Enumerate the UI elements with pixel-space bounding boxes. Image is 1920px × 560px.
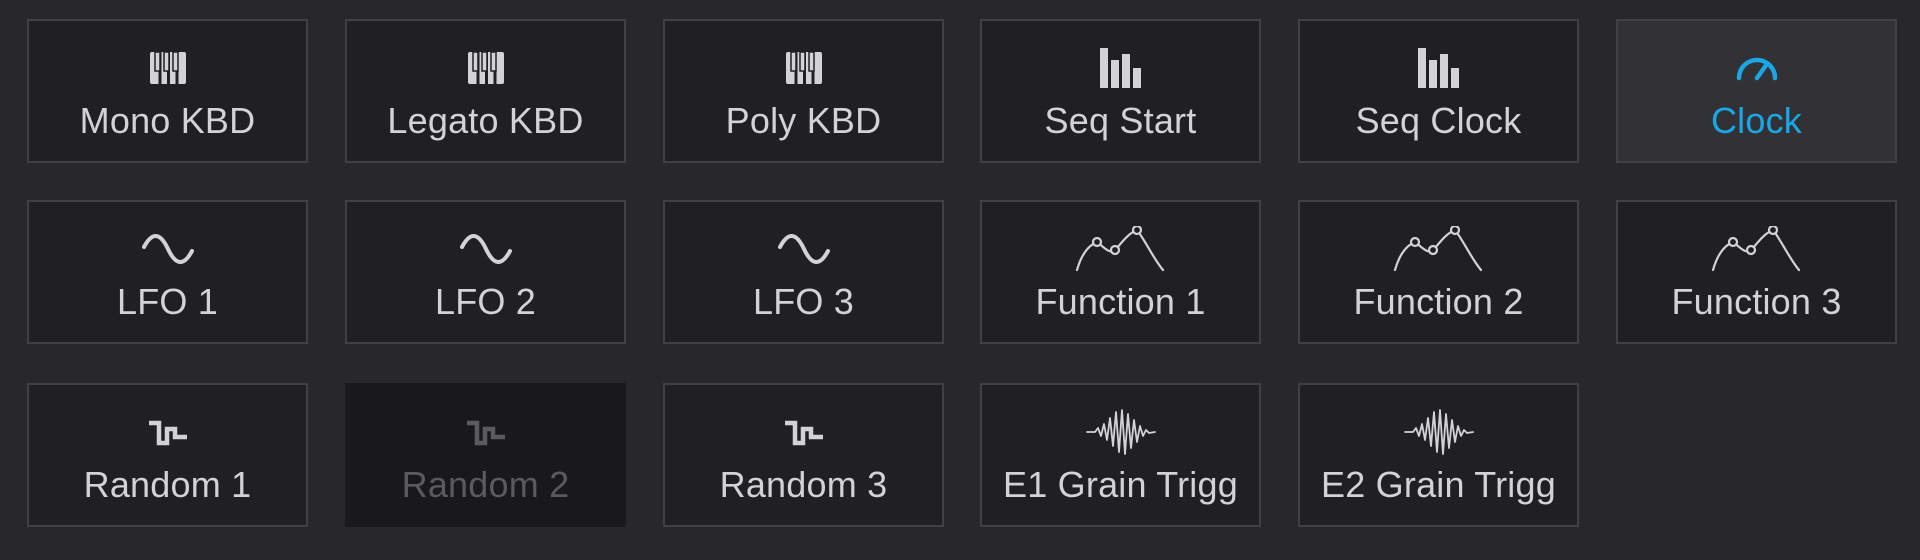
source-label: Function 2 [1353,281,1524,322]
envelope-function-icon [1393,226,1485,272]
source-label: Random 2 [401,464,570,505]
source-mono-kbd[interactable]: Mono KBD [27,19,308,163]
keyboard-icon [785,45,823,91]
source-label: E1 Grain Trigg [1003,464,1238,505]
source-function-3[interactable]: Function 3 [1616,200,1897,344]
grain-burst-icon [1085,409,1157,455]
grain-burst-icon [1403,409,1475,455]
source-clock[interactable]: Clock [1616,19,1897,163]
source-label: Random 3 [719,464,888,505]
source-label: LFO 3 [752,281,855,322]
source-label: Clock [1710,100,1803,141]
sequencer-icon [1416,45,1462,91]
source-function-1[interactable]: Function 1 [980,200,1261,344]
source-seq-clock[interactable]: Seq Clock [1298,19,1579,163]
source-label: Function 1 [1035,281,1206,322]
source-lfo-3[interactable]: LFO 3 [663,200,944,344]
source-label: Random 1 [83,464,252,505]
source-label: Poly KBD [725,100,882,141]
sequencer-icon [1098,45,1144,91]
keyboard-icon [467,45,505,91]
source-label: LFO 1 [116,281,219,322]
mod-source-grid: Mono KBD Legato KBD Poly KBD Seq Start S… [0,0,1920,560]
source-label: E2 Grain Trigg [1321,464,1556,505]
source-label: Seq Start [1044,100,1197,141]
source-seq-start[interactable]: Seq Start [980,19,1261,163]
keyboard-icon [149,45,187,91]
source-random-2[interactable]: Random 2 [345,383,626,527]
sine-wave-icon [777,226,831,272]
source-label: Mono KBD [79,100,256,141]
random-step-icon [147,409,189,455]
source-label: Seq Clock [1355,100,1522,141]
gauge-icon [1734,45,1780,91]
source-e2-grain-trigg[interactable]: E2 Grain Trigg [1298,383,1579,527]
source-legato-kbd[interactable]: Legato KBD [345,19,626,163]
random-step-icon [783,409,825,455]
sine-wave-icon [141,226,195,272]
source-random-1[interactable]: Random 1 [27,383,308,527]
source-label: LFO 2 [434,281,537,322]
source-poly-kbd[interactable]: Poly KBD [663,19,944,163]
random-step-icon [465,409,507,455]
source-label: Function 3 [1671,281,1842,322]
source-random-3[interactable]: Random 3 [663,383,944,527]
source-function-2[interactable]: Function 2 [1298,200,1579,344]
source-lfo-2[interactable]: LFO 2 [345,200,626,344]
sine-wave-icon [459,226,513,272]
source-label: Legato KBD [387,100,584,141]
envelope-function-icon [1711,226,1803,272]
source-lfo-1[interactable]: LFO 1 [27,200,308,344]
source-e1-grain-trigg[interactable]: E1 Grain Trigg [980,383,1261,527]
envelope-function-icon [1075,226,1167,272]
